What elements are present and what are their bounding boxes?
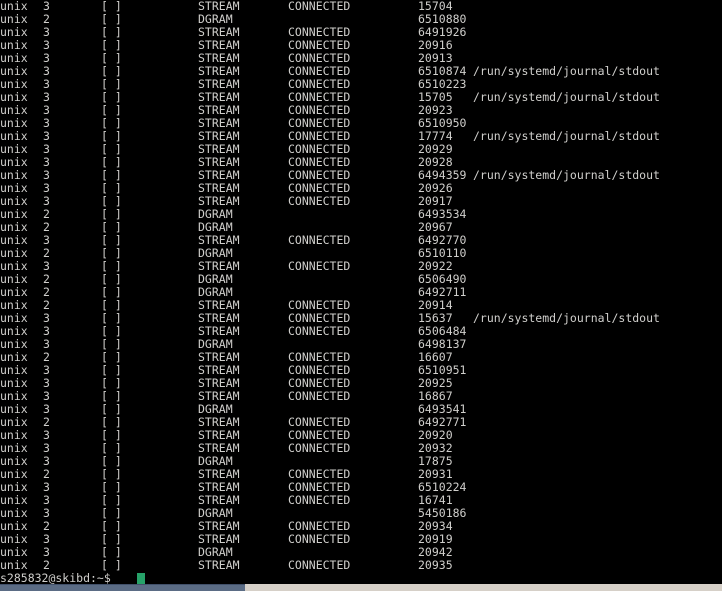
cell-state: CONNECTED (288, 558, 351, 572)
horizontal-scrollbar-track[interactable] (0, 584, 722, 591)
cell-path: /run/systemd/journal/stdout (473, 168, 660, 182)
cell-inode: 20935 (418, 558, 453, 572)
cell-path: /run/systemd/journal/stdout (473, 64, 660, 78)
cell-state: CONNECTED (288, 259, 351, 273)
cell-state: CONNECTED (288, 194, 351, 208)
cell-type: STREAM (198, 558, 240, 572)
cell-state: CONNECTED (288, 493, 351, 507)
cell-state: CONNECTED (288, 0, 351, 13)
cell-state: CONNECTED (288, 389, 351, 403)
cell-state: CONNECTED (288, 441, 351, 455)
cell-path: /run/systemd/journal/stdout (473, 311, 660, 325)
terminal-output-area: unix 3[ ] STREAM CONNECTED 15704 unix 2[ ] DGRA… (0, 0, 722, 585)
terminal-window[interactable]: unix 3[ ] STREAM CONNECTED 15704 unix 2[ ] DGRA… (0, 0, 722, 591)
cell-state: CONNECTED (288, 324, 351, 338)
cell-state: CONNECTED (288, 233, 351, 247)
cell-path: /run/systemd/journal/stdout (473, 90, 660, 104)
cell-path: /run/systemd/journal/stdout (473, 129, 660, 143)
horizontal-scrollbar-thumb[interactable] (0, 584, 245, 591)
text-cursor (137, 573, 145, 584)
cell-state: CONNECTED (288, 532, 351, 546)
